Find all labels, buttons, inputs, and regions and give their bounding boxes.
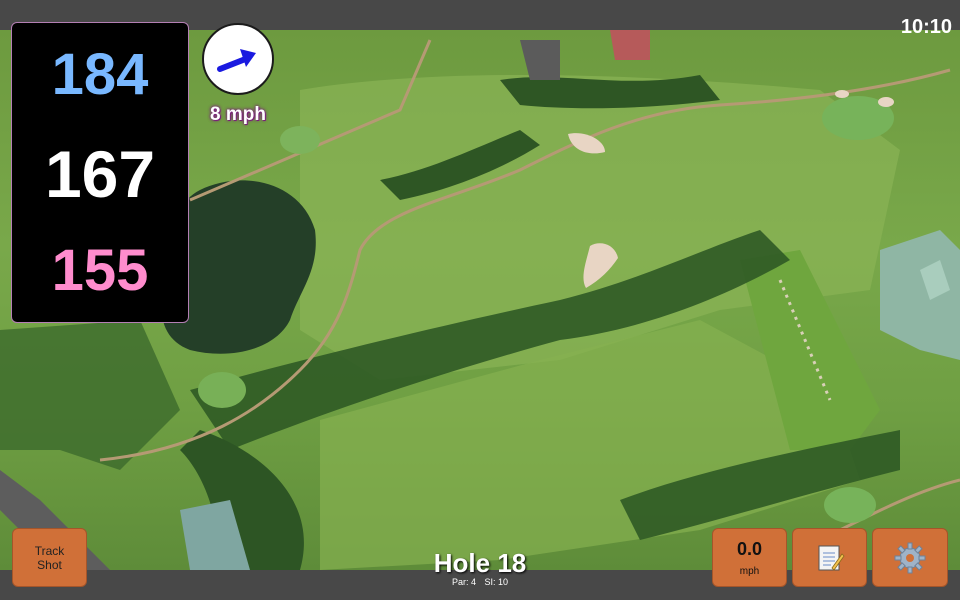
- speed-value: 0.0: [736, 539, 763, 559]
- notes-button[interactable]: [792, 528, 867, 587]
- clock-time: 10:10: [900, 16, 952, 38]
- wind-arrow-icon: [217, 49, 256, 72]
- wind-indicator: [202, 23, 274, 95]
- track-shot-label-line2: Shot: [37, 557, 62, 572]
- wind-speed: 8 mph: [210, 104, 266, 125]
- back-distance: 184: [51, 42, 149, 107]
- speed-button[interactable]: 0.0 mph: [712, 528, 787, 587]
- hole-par: Par: 4: [451, 577, 476, 587]
- front-distance: 155: [51, 238, 149, 303]
- middle-distance: 167: [44, 137, 156, 211]
- hole-stroke-index: SI: 10: [484, 577, 509, 587]
- gear-icon: [894, 542, 926, 573]
- notepad-icon: [818, 545, 845, 571]
- hole-title: Hole 18: [433, 548, 527, 578]
- hole-details: Par: 4 SI: 10: [400, 577, 560, 588]
- track-shot-label-line1: Track: [34, 543, 65, 558]
- settings-button[interactable]: [872, 528, 948, 587]
- distance-panel: 184 167 155: [11, 22, 189, 323]
- speed-unit: mph: [739, 566, 760, 577]
- track-shot-button[interactable]: Track Shot: [12, 528, 87, 587]
